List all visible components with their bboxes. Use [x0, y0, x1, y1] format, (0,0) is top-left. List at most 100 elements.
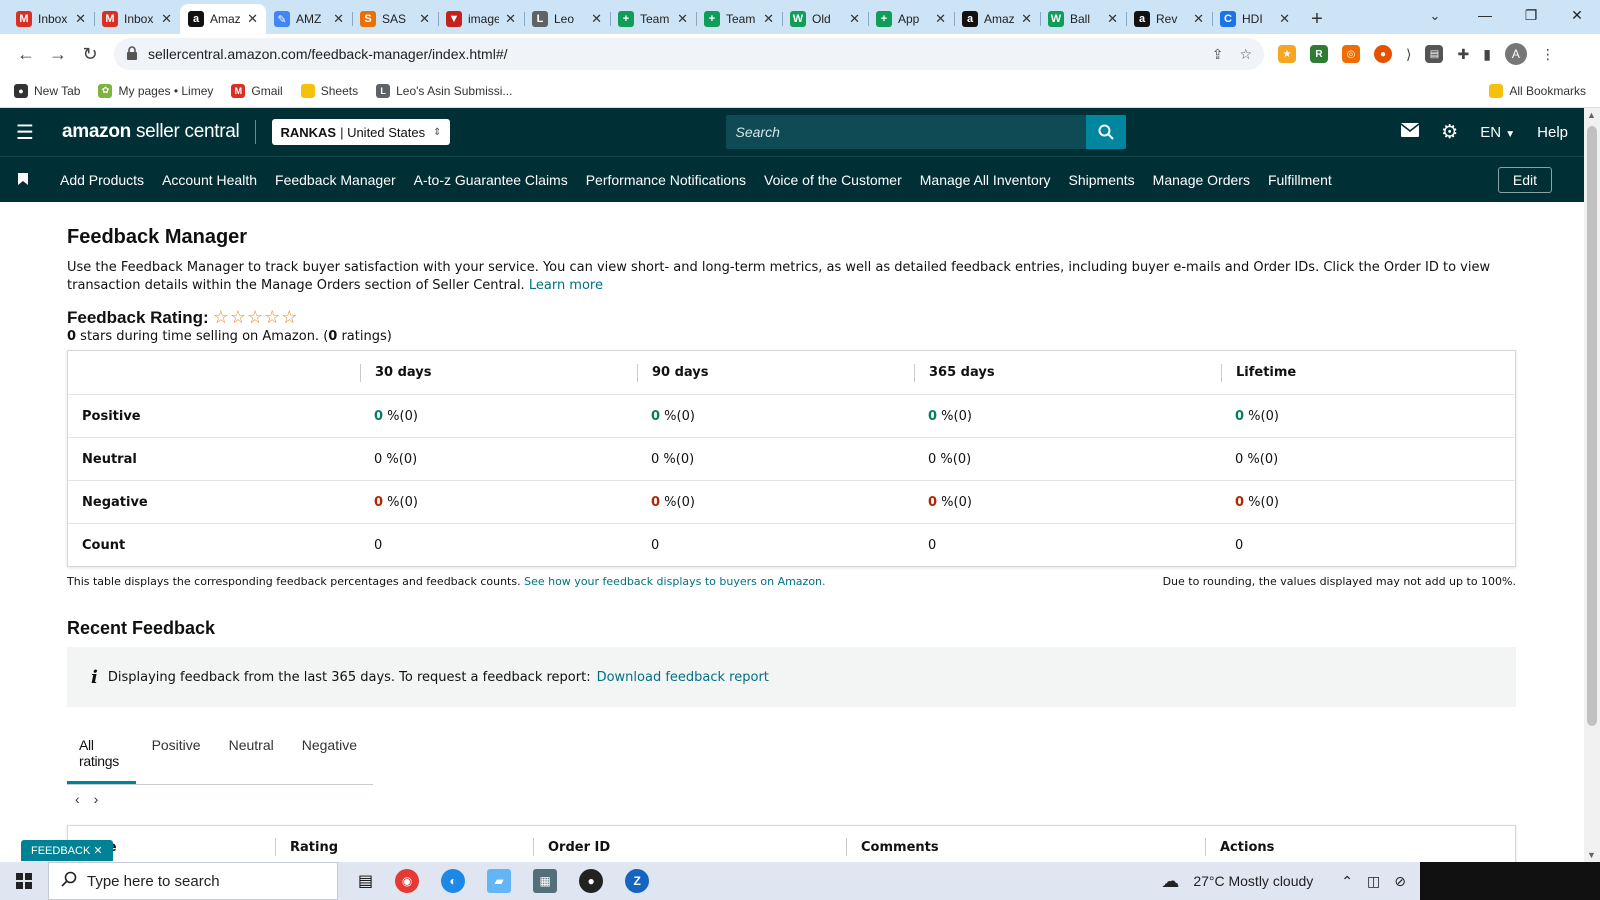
browser-tab[interactable]: C HDI ✕ — [1212, 4, 1298, 34]
extension-icon[interactable]: ● — [1374, 45, 1392, 63]
close-tab-icon[interactable]: ✕ — [677, 11, 688, 27]
close-tab-icon[interactable]: ✕ — [1279, 11, 1290, 27]
browser-tab[interactable]: S SAS ✕ — [352, 4, 438, 34]
tab-positive[interactable]: Positive — [140, 729, 213, 784]
all-bookmarks[interactable]: All Bookmarks — [1489, 83, 1586, 98]
nav-item-performance-notifications[interactable]: Performance Notifications — [586, 172, 746, 188]
browser-tab[interactable]: W Ball ✕ — [1040, 4, 1126, 34]
nav-item-shipments[interactable]: Shipments — [1069, 172, 1135, 188]
tab-neutral[interactable]: Neutral — [217, 729, 286, 784]
gear-icon[interactable]: ⚙ — [1441, 121, 1458, 144]
close-tab-icon[interactable]: ✕ — [161, 11, 172, 27]
browser-tab[interactable]: + Team ✕ — [696, 4, 782, 34]
chevron-left-icon[interactable]: ‹ — [75, 791, 80, 807]
bookmark-star-icon[interactable]: ☆ — [1239, 46, 1252, 63]
close-tab-icon[interactable]: ✕ — [591, 11, 602, 27]
weather-text[interactable]: 27°C Mostly cloudy — [1193, 873, 1313, 889]
close-tab-icon[interactable]: ✕ — [505, 11, 516, 27]
app-icon[interactable]: ▰ — [487, 869, 512, 893]
bookmark-item[interactable]: L Leo's Asin Submissi... — [376, 83, 512, 98]
menu-dots-icon[interactable]: ⋮ — [1541, 46, 1555, 63]
browser-tab[interactable]: M Inbox ✕ — [8, 4, 94, 34]
bookmark-icon[interactable] — [18, 172, 30, 188]
tab-search-chevron-icon[interactable]: ⌄ — [1420, 4, 1450, 28]
reload-icon[interactable]: ↻ — [74, 38, 106, 70]
close-tab-icon[interactable]: ✕ — [75, 11, 86, 27]
address-bar[interactable]: sellercentral.amazon.com/feedback-manage… — [114, 38, 1264, 70]
new-tab-plus-icon[interactable]: + — [1302, 4, 1332, 34]
minimize-icon[interactable]: — — [1462, 0, 1508, 30]
browser-tab[interactable]: a Amazon ✕ — [180, 4, 266, 34]
chrome-icon[interactable]: ◉ — [395, 869, 420, 893]
app-icon[interactable]: ● — [579, 869, 604, 893]
calculator-icon[interactable]: ▦ — [533, 869, 558, 893]
nav-item-manage-all-inventory[interactable]: Manage All Inventory — [920, 172, 1051, 188]
share-icon[interactable]: ⇪ — [1212, 46, 1224, 63]
task-view-icon[interactable]: ▤ — [358, 871, 373, 891]
nav-item-feedback-manager[interactable]: Feedback Manager — [275, 172, 396, 188]
tab-all-ratings[interactable]: All ratings — [67, 729, 136, 784]
store-selector[interactable]: RANKAS | United States ⇕ — [272, 119, 450, 145]
bookmark-item[interactable]: ● New Tab — [14, 83, 80, 98]
tray-icon[interactable]: ◫ — [1367, 873, 1380, 890]
chevron-right-icon[interactable]: › — [94, 791, 99, 807]
side-panel-icon[interactable]: ▮ — [1483, 46, 1491, 63]
nav-item-a-to-z-guarantee-claims[interactable]: A-to-z Guarantee Claims — [414, 172, 568, 188]
nav-item-voice-of-the-customer[interactable]: Voice of the Customer — [764, 172, 902, 188]
close-window-icon[interactable]: ✕ — [1554, 0, 1600, 30]
browser-tab[interactable]: L Leo ✕ — [524, 4, 610, 34]
close-tab-icon[interactable]: ✕ — [849, 11, 860, 27]
bookmark-item[interactable]: ✿ My pages • Limey — [98, 83, 213, 98]
browser-tab[interactable]: ✎ AMZ ✕ — [266, 4, 352, 34]
scroll-down-icon[interactable]: ▼ — [1587, 850, 1596, 860]
edit-nav-button[interactable]: Edit — [1497, 166, 1552, 193]
extension-icon[interactable]: ◎ — [1342, 45, 1360, 63]
profile-avatar[interactable]: A — [1504, 43, 1527, 65]
browser-tab[interactable]: a Rev ✕ — [1126, 4, 1212, 34]
close-tab-icon[interactable]: ✕ — [1107, 11, 1118, 27]
learn-more-link[interactable]: Learn more — [529, 278, 603, 293]
mail-icon[interactable] — [1400, 123, 1420, 141]
extension-off-icon[interactable]: ▤ — [1425, 45, 1444, 63]
language-selector[interactable]: EN ▼ — [1480, 124, 1515, 141]
extension-icon[interactable]: ★ — [1278, 45, 1296, 63]
close-tab-icon[interactable]: ✕ — [763, 11, 774, 27]
nav-item-account-health[interactable]: Account Health — [162, 172, 257, 188]
close-tab-icon[interactable]: ✕ — [1193, 11, 1204, 27]
search-button[interactable] — [1085, 115, 1126, 149]
browser-tab[interactable]: W Old ✕ — [782, 4, 868, 34]
chevron-up-icon[interactable]: ⌃ — [1341, 873, 1353, 890]
close-tab-icon[interactable]: ✕ — [935, 11, 946, 27]
search-input[interactable] — [725, 115, 1086, 149]
browser-tab[interactable]: + App ✕ — [868, 4, 954, 34]
bookmark-item[interactable]: M Gmail — [231, 83, 283, 98]
close-tab-icon[interactable]: ✕ — [247, 11, 258, 27]
scroll-thumb[interactable] — [1587, 126, 1597, 726]
feedback-display-link[interactable]: See how your feedback displays to buyers… — [524, 575, 825, 588]
taskbar-search[interactable]: Type here to search — [48, 862, 338, 900]
nav-item-fulfillment[interactable]: Fulfillment — [1268, 172, 1332, 188]
restore-icon[interactable]: ❐ — [1508, 0, 1554, 30]
hamburger-menu-icon[interactable]: ☰ — [16, 120, 40, 145]
windows-start-icon[interactable] — [0, 873, 48, 889]
extension-icon[interactable]: ⟩ — [1406, 46, 1411, 63]
tab-negative[interactable]: Negative — [290, 729, 369, 784]
zoom-icon[interactable]: Z — [625, 869, 650, 893]
page-scrollbar[interactable]: ▲ ▼ — [1584, 108, 1600, 862]
extension-icon[interactable]: R — [1310, 45, 1328, 63]
browser-tab[interactable]: + Team ✕ — [610, 4, 696, 34]
puzzle-icon[interactable]: ✚ — [1457, 46, 1469, 63]
browser-tab[interactable]: a Amazon ✕ — [954, 4, 1040, 34]
back-arrow-icon[interactable]: ← — [10, 38, 42, 70]
nav-item-manage-orders[interactable]: Manage Orders — [1153, 172, 1250, 188]
download-report-link[interactable]: Download feedback report — [597, 670, 769, 685]
close-tab-icon[interactable]: ✕ — [333, 11, 344, 27]
scroll-up-icon[interactable]: ▲ — [1587, 110, 1596, 120]
nav-item-add-products[interactable]: Add Products — [60, 172, 144, 188]
seller-central-logo[interactable]: amazon seller central — [62, 121, 240, 143]
help-link[interactable]: Help — [1537, 124, 1568, 141]
close-tab-icon[interactable]: ✕ — [419, 11, 430, 27]
browser-tab[interactable]: ▼ images ✕ — [438, 4, 524, 34]
close-tab-icon[interactable]: ✕ — [1021, 11, 1032, 27]
forward-arrow-icon[interactable]: → — [42, 38, 74, 70]
